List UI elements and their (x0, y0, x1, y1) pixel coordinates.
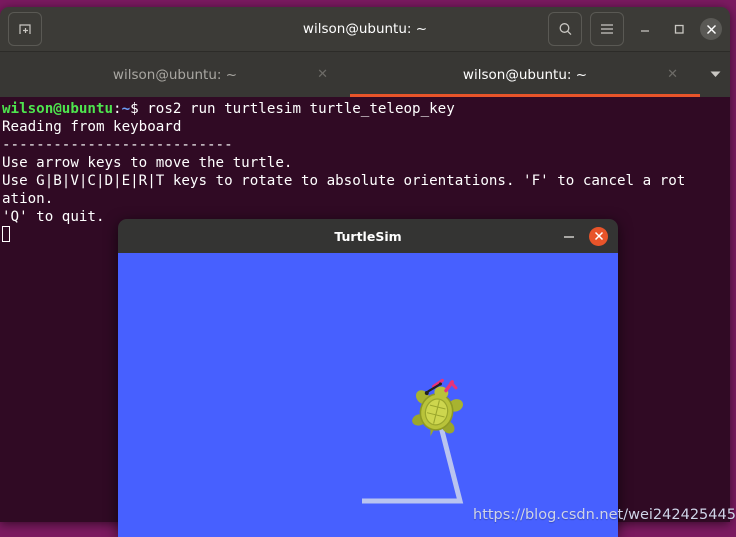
minimize-button[interactable] (632, 16, 658, 42)
prompt-user-host: wilson@ubuntu (2, 101, 114, 117)
tab-list-dropdown-button[interactable] (700, 52, 730, 97)
turtlesim-window: TurtleSim (118, 219, 618, 537)
turtlesim-titlebar[interactable]: TurtleSim (118, 219, 618, 253)
close-button[interactable] (700, 18, 722, 40)
new-tab-icon (19, 24, 31, 34)
minimize-icon (564, 236, 574, 238)
hamburger-menu-icon (601, 24, 613, 34)
terminal-output-line-4: Use G|B|V|C|D|E|R|T keys to rotate to ab… (2, 173, 686, 189)
terminal-output-line-3: Use arrow keys to move the turtle. (2, 155, 293, 171)
prompt-path: ~ (121, 101, 131, 117)
terminal-output-line-5: ation. (2, 191, 54, 207)
terminal-output-line-1: Reading from keyboard (2, 119, 182, 135)
turtlesim-window-title: TurtleSim (334, 228, 402, 244)
turtlesim-canvas[interactable] (118, 253, 618, 537)
terminal-cursor (2, 226, 10, 242)
terminal-tab-2[interactable]: wilson@ubuntu: ~ ✕ (350, 52, 700, 97)
minimize-icon (641, 30, 649, 32)
close-icon (594, 231, 603, 241)
prompt-colon: : (113, 101, 122, 117)
terminal-tab-1-label: wilson@ubuntu: ~ (112, 66, 238, 83)
chevron-down-icon (710, 71, 720, 77)
turtlesim-window-controls (561, 226, 618, 246)
maximize-button[interactable] (666, 16, 692, 42)
turtlesim-minimize-button[interactable] (561, 229, 577, 243)
prompt-command: ros2 run turtlesim turtle_teleop_key (147, 101, 455, 117)
terminal-tab-bar: wilson@ubuntu: ~ ✕ wilson@ubuntu: ~ ✕ (0, 52, 730, 97)
terminal-titlebar-controls (548, 12, 722, 46)
terminal-tab-2-label: wilson@ubuntu: ~ (462, 66, 588, 83)
prompt-symbol: $ (130, 101, 148, 117)
search-button[interactable] (548, 12, 582, 46)
new-tab-button[interactable] (8, 12, 42, 46)
terminal-output-line-2: --------------------------- (2, 137, 233, 153)
maximize-icon (674, 24, 684, 34)
turtlesim-close-button[interactable] (589, 226, 608, 246)
watermark-text: https://blog.csdn.net/wei242425445 (473, 507, 736, 523)
terminal-titlebar[interactable]: wilson@ubuntu: ~ (0, 7, 730, 52)
terminal-output-line-6: 'Q' to quit. (2, 209, 105, 225)
terminal-tab-2-close-icon[interactable]: ✕ (667, 68, 678, 81)
close-icon (706, 24, 716, 34)
search-icon (559, 22, 571, 35)
canvas-background (118, 253, 618, 537)
menu-button[interactable] (590, 12, 624, 46)
terminal-tab-1-close-icon[interactable]: ✕ (317, 68, 328, 81)
terminal-tab-1[interactable]: wilson@ubuntu: ~ ✕ (0, 52, 350, 97)
